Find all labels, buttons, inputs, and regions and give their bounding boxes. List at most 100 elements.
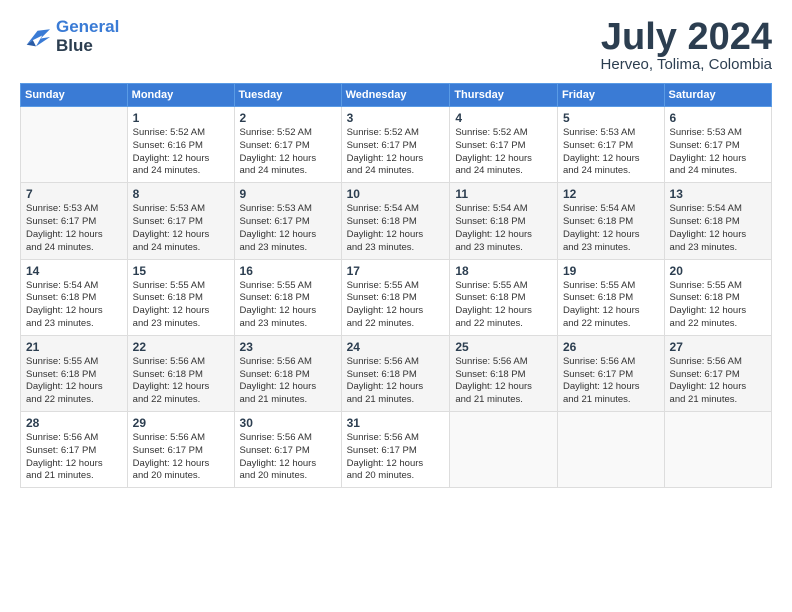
day-info: Sunrise: 5:53 AM Sunset: 6:17 PM Dayligh… [563,127,659,178]
calendar-cell [557,412,664,488]
calendar-cell: 19Sunrise: 5:55 AM Sunset: 6:18 PM Dayli… [557,259,664,335]
calendar-cell: 21 Sunrise: 5:55 AM Sunset: 6:18 PM Dayli… [21,335,128,411]
day-info: Sunrise: 5:56 AM Sunset: 6:18 PM Dayligh… [133,356,229,407]
calendar-cell: 25 Sunrise: 5:56 AM Sunset: 6:18 PM Dayli… [450,335,558,411]
day-number: 1 [133,111,229,125]
day-info: Sunrise: 5:56 AM Sunset: 6:18 PM Dayligh… [455,356,552,407]
page-container: General Blue July 2024 Herveo, Tolima, C… [0,0,792,498]
calendar-week-row: 1 Sunrise: 5:52 AM Sunset: 6:16 PM Daylig… [21,107,772,183]
calendar-cell: 11Sunrise: 5:54 AM Sunset: 6:18 PM Dayli… [450,183,558,259]
calendar-week-row: 7Sunrise: 5:53 AM Sunset: 6:17 PM Daylig… [21,183,772,259]
day-info: Sunrise: 5:54 AM Sunset: 6:18 PM Dayligh… [455,203,552,254]
logo-line1: General [56,17,119,36]
weekday-header: Thursday [450,84,558,107]
calendar-cell [664,412,771,488]
calendar-cell: 15Sunrise: 5:55 AM Sunset: 6:18 PM Dayli… [127,259,234,335]
day-info: Sunrise: 5:56 AM Sunset: 6:17 PM Dayligh… [563,356,659,407]
day-info: Sunrise: 5:55 AM Sunset: 6:18 PM Dayligh… [26,356,122,407]
calendar-cell: 1 Sunrise: 5:52 AM Sunset: 6:16 PM Daylig… [127,107,234,183]
weekday-header: Tuesday [234,84,341,107]
day-number: 17 [347,264,445,278]
title-block: July 2024 Herveo, Tolima, Colombia [601,18,772,73]
calendar-cell: 8 Sunrise: 5:53 AM Sunset: 6:17 PM Daylig… [127,183,234,259]
day-number: 16 [240,264,336,278]
calendar-cell: 29 Sunrise: 5:56 AM Sunset: 6:17 PM Dayli… [127,412,234,488]
calendar-table: SundayMondayTuesdayWednesdayThursdayFrid… [20,83,772,488]
logo-text: General Blue [56,18,119,55]
day-info: Sunrise: 5:56 AM Sunset: 6:17 PM Dayligh… [26,432,122,483]
day-number: 10 [347,187,445,201]
day-info: Sunrise: 5:52 AM Sunset: 6:17 PM Dayligh… [455,127,552,178]
calendar-cell: 5Sunrise: 5:53 AM Sunset: 6:17 PM Daylig… [557,107,664,183]
day-number: 22 [133,340,229,354]
calendar-cell: 4 Sunrise: 5:52 AM Sunset: 6:17 PM Daylig… [450,107,558,183]
day-info: Sunrise: 5:54 AM Sunset: 6:18 PM Dayligh… [563,203,659,254]
calendar-cell: 14Sunrise: 5:54 AM Sunset: 6:18 PM Dayli… [21,259,128,335]
day-number: 27 [670,340,766,354]
calendar-week-row: 14Sunrise: 5:54 AM Sunset: 6:18 PM Dayli… [21,259,772,335]
day-info: Sunrise: 5:52 AM Sunset: 6:17 PM Dayligh… [347,127,445,178]
day-info: Sunrise: 5:53 AM Sunset: 6:17 PM Dayligh… [670,127,766,178]
day-info: Sunrise: 5:55 AM Sunset: 6:18 PM Dayligh… [133,280,229,331]
logo: General Blue [20,18,119,55]
calendar-cell: 31 Sunrise: 5:56 AM Sunset: 6:17 PM Dayli… [341,412,450,488]
day-number: 18 [455,264,552,278]
day-number: 29 [133,416,229,430]
calendar-cell: 6 Sunrise: 5:53 AM Sunset: 6:17 PM Daylig… [664,107,771,183]
day-info: Sunrise: 5:56 AM Sunset: 6:18 PM Dayligh… [240,356,336,407]
day-info: Sunrise: 5:56 AM Sunset: 6:17 PM Dayligh… [347,432,445,483]
day-number: 3 [347,111,445,125]
day-info: Sunrise: 5:56 AM Sunset: 6:17 PM Dayligh… [133,432,229,483]
calendar-cell: 10 Sunrise: 5:54 AM Sunset: 6:18 PM Dayli… [341,183,450,259]
day-number: 24 [347,340,445,354]
day-number: 31 [347,416,445,430]
day-info: Sunrise: 5:52 AM Sunset: 6:17 PM Dayligh… [240,127,336,178]
day-number: 19 [563,264,659,278]
day-number: 25 [455,340,552,354]
day-info: Sunrise: 5:53 AM Sunset: 6:17 PM Dayligh… [133,203,229,254]
day-info: Sunrise: 5:53 AM Sunset: 6:17 PM Dayligh… [240,203,336,254]
calendar-cell: 30Sunrise: 5:56 AM Sunset: 6:17 PM Dayli… [234,412,341,488]
day-info: Sunrise: 5:52 AM Sunset: 6:16 PM Dayligh… [133,127,229,178]
month-title: July 2024 [601,18,772,56]
day-number: 13 [670,187,766,201]
calendar-cell [21,107,128,183]
day-info: Sunrise: 5:53 AM Sunset: 6:17 PM Dayligh… [26,203,122,254]
weekday-header-row: SundayMondayTuesdayWednesdayThursdayFrid… [21,84,772,107]
calendar-week-row: 28 Sunrise: 5:56 AM Sunset: 6:17 PM Dayli… [21,412,772,488]
day-info: Sunrise: 5:55 AM Sunset: 6:18 PM Dayligh… [240,280,336,331]
day-info: Sunrise: 5:56 AM Sunset: 6:18 PM Dayligh… [347,356,445,407]
day-info: Sunrise: 5:55 AM Sunset: 6:18 PM Dayligh… [347,280,445,331]
header: General Blue July 2024 Herveo, Tolima, C… [20,18,772,73]
calendar-cell: 24 Sunrise: 5:56 AM Sunset: 6:18 PM Dayli… [341,335,450,411]
day-info: Sunrise: 5:54 AM Sunset: 6:18 PM Dayligh… [26,280,122,331]
calendar-cell: 26 Sunrise: 5:56 AM Sunset: 6:17 PM Dayli… [557,335,664,411]
weekday-header: Saturday [664,84,771,107]
calendar-cell: 20 Sunrise: 5:55 AM Sunset: 6:18 PM Dayli… [664,259,771,335]
calendar-cell: 7Sunrise: 5:53 AM Sunset: 6:17 PM Daylig… [21,183,128,259]
weekday-header: Wednesday [341,84,450,107]
calendar-cell: 3 Sunrise: 5:52 AM Sunset: 6:17 PM Daylig… [341,107,450,183]
day-number: 4 [455,111,552,125]
day-number: 26 [563,340,659,354]
day-number: 8 [133,187,229,201]
day-number: 21 [26,340,122,354]
weekday-header: Sunday [21,84,128,107]
day-number: 6 [670,111,766,125]
day-number: 28 [26,416,122,430]
calendar-cell: 16 Sunrise: 5:55 AM Sunset: 6:18 PM Dayli… [234,259,341,335]
day-number: 9 [240,187,336,201]
day-info: Sunrise: 5:55 AM Sunset: 6:18 PM Dayligh… [670,280,766,331]
calendar-cell: 13Sunrise: 5:54 AM Sunset: 6:18 PM Dayli… [664,183,771,259]
calendar-cell: 12 Sunrise: 5:54 AM Sunset: 6:18 PM Dayli… [557,183,664,259]
calendar-cell [450,412,558,488]
day-number: 2 [240,111,336,125]
calendar-cell: 22 Sunrise: 5:56 AM Sunset: 6:18 PM Dayli… [127,335,234,411]
day-number: 20 [670,264,766,278]
calendar-cell: 9 Sunrise: 5:53 AM Sunset: 6:17 PM Daylig… [234,183,341,259]
day-number: 12 [563,187,659,201]
calendar-cell: 18Sunrise: 5:55 AM Sunset: 6:18 PM Dayli… [450,259,558,335]
calendar-cell: 17 Sunrise: 5:55 AM Sunset: 6:18 PM Dayli… [341,259,450,335]
day-info: Sunrise: 5:56 AM Sunset: 6:17 PM Dayligh… [240,432,336,483]
day-info: Sunrise: 5:54 AM Sunset: 6:18 PM Dayligh… [347,203,445,254]
